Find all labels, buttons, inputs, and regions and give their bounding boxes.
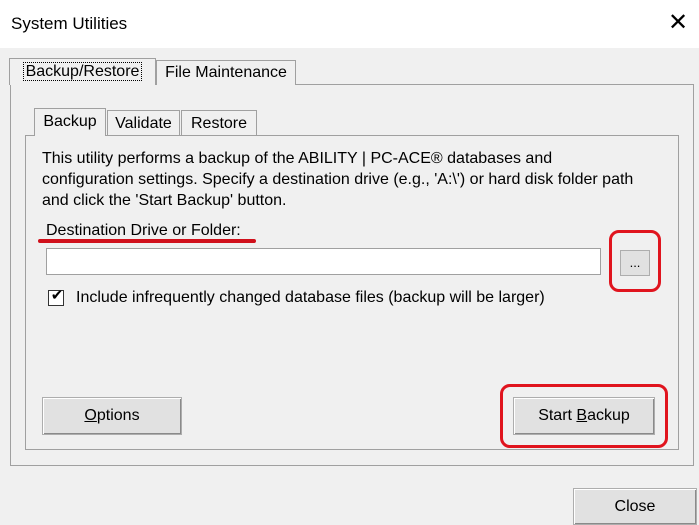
start-mnemonic: B (576, 407, 588, 424)
tab-label: Validate (115, 115, 172, 132)
tab-label: File Maintenance (165, 64, 287, 81)
tab-restore[interactable]: Restore (181, 110, 257, 135)
include-files-label[interactable]: Include infrequently changed database fi… (76, 289, 545, 307)
tab-backup-restore[interactable]: Backup/Restore (9, 58, 156, 85)
destination-label: Destination Drive or Folder: (46, 222, 241, 239)
tab-file-maintenance[interactable]: File Maintenance (156, 60, 296, 85)
tab-label: Restore (190, 115, 248, 132)
options-mnemonic: O (84, 407, 97, 424)
start-after: ackup (587, 407, 630, 424)
backup-description: This utility performs a backup of the AB… (42, 150, 634, 209)
annotation-underline (38, 239, 256, 243)
start-before: Start (538, 407, 577, 424)
check-icon: ✔ (50, 287, 64, 304)
options-rest: ptions (96, 407, 140, 424)
tab-label: Backup (43, 113, 97, 130)
close-button[interactable]: Close (573, 488, 697, 525)
close-window-icon[interactable]: ✕ (664, 9, 692, 37)
tab-backup[interactable]: Backup (34, 108, 106, 136)
destination-input[interactable] (46, 248, 601, 275)
tab-validate[interactable]: Validate (107, 110, 180, 135)
browse-button[interactable]: ... (620, 250, 650, 276)
options-button[interactable]: Options (42, 397, 182, 435)
window-title: System Utilities (11, 14, 128, 33)
start-backup-button[interactable]: Start Backup (513, 397, 655, 435)
tab-label: Backup/Restore (22, 62, 143, 81)
